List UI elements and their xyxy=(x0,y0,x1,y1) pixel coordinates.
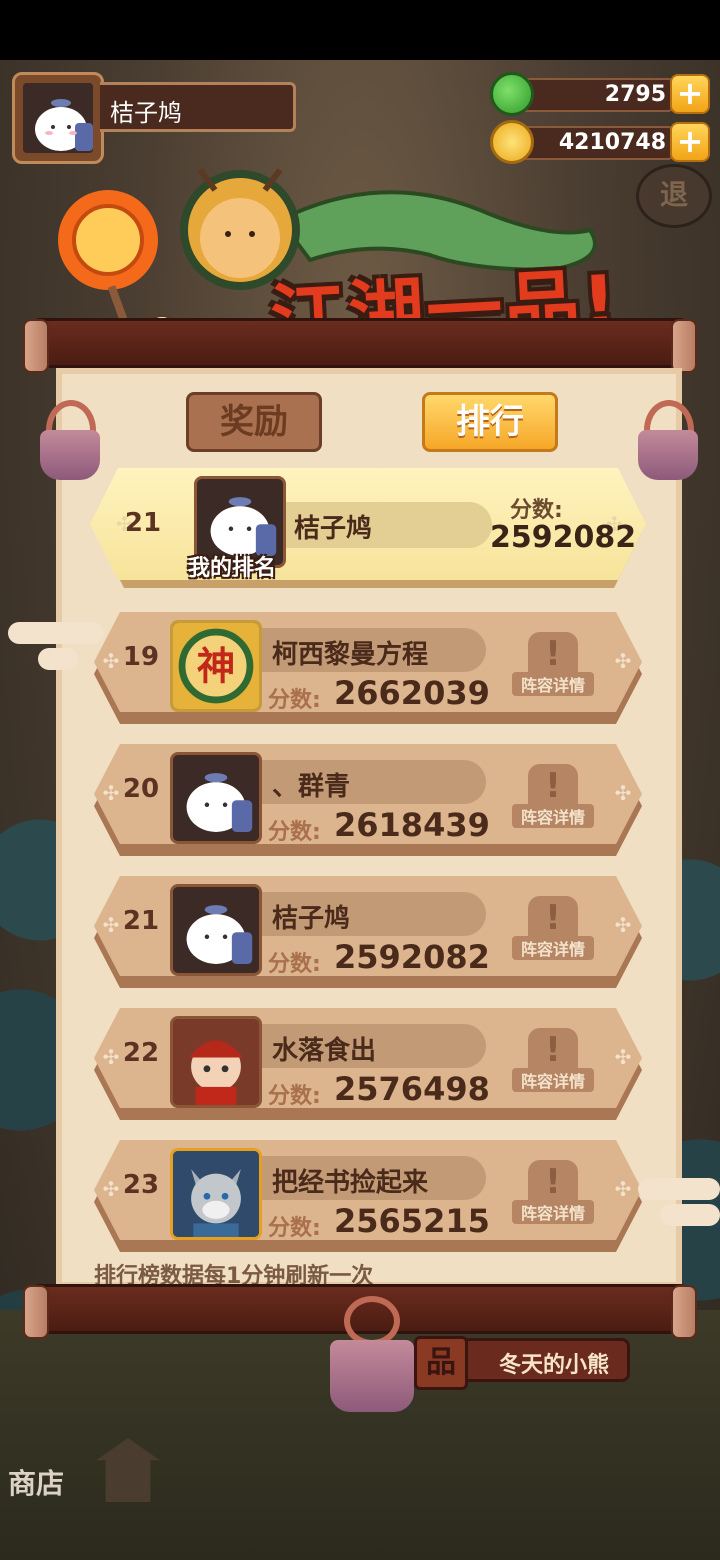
score-value: 2662039 xyxy=(334,674,490,712)
leaderboard-row: ✣✣22水落食出分数:2576498阵容详情 xyxy=(94,1008,642,1122)
player-name-box: 桔子鸠 xyxy=(100,82,296,132)
my-rank-caption: 我的排名 xyxy=(188,556,277,581)
player-name-box: 柯西黎曼方程 xyxy=(262,628,486,672)
player-name: 把经书捡起来 xyxy=(272,1168,429,1198)
lineup-detail-button[interactable]: 阵容详情 xyxy=(512,1028,594,1092)
flower-icon: ✣ xyxy=(614,649,632,673)
score-value: 2565215 xyxy=(334,1202,490,1240)
rank-number: 20 xyxy=(122,774,160,804)
player-name-box: 把经书捡起来 xyxy=(262,1156,486,1200)
player-name-box: 、群青 xyxy=(262,760,486,804)
leaderboard-row: ✣✣20、群青分数:2618439阵容详情 xyxy=(94,744,642,858)
leaderboard-row: ✣✣19神柯西黎曼方程分数:2662039阵容详情 xyxy=(94,612,642,726)
score-value: 2576498 xyxy=(334,1070,490,1108)
lineup-detail-label: 阵容详情 xyxy=(512,1068,594,1092)
lineup-detail-label: 阵容详情 xyxy=(512,804,594,828)
add-jade-button[interactable]: + xyxy=(670,74,710,114)
player-avatar[interactable] xyxy=(170,884,262,976)
flower-icon: ✣ xyxy=(614,913,632,937)
player-avatar[interactable] xyxy=(12,72,104,164)
scroll-top-rod xyxy=(23,318,697,373)
white-cat-icon xyxy=(23,83,93,153)
player-name: 桔子鸠 xyxy=(110,99,182,127)
my-rank-number: 21 xyxy=(124,508,162,538)
wolf-hero-icon xyxy=(173,1151,259,1237)
lineup-detail-button[interactable]: 阵容详情 xyxy=(512,764,594,828)
jade-count: 2795 xyxy=(604,82,666,107)
rank-number: 22 xyxy=(122,1038,160,1068)
jade-icon xyxy=(490,72,534,116)
rank-number: 19 xyxy=(122,642,160,672)
player-name: 柯西黎曼方程 xyxy=(272,640,429,670)
player-name: 水落食出 xyxy=(272,1036,377,1066)
knot-bottom-icon xyxy=(344,1296,400,1346)
score-label: 分数: xyxy=(268,820,321,845)
flower-icon: ✣ xyxy=(614,1177,632,1201)
score-label: 分数: xyxy=(268,1084,321,1109)
red-hero-icon xyxy=(173,1019,259,1105)
player-name: 桔子鸠 xyxy=(272,904,351,934)
flower-icon: ✣ xyxy=(614,781,632,805)
white-cat-icon xyxy=(173,755,259,841)
leaderboard-row: ✣✣23把经书捡起来分数:2565215阵容详情 xyxy=(94,1140,642,1254)
tab-rank[interactable]: 排行 xyxy=(422,392,558,452)
player-name-box: 桔子鸠 xyxy=(262,892,486,936)
player-name-box: 水落食出 xyxy=(262,1024,486,1068)
cloud-left xyxy=(8,622,104,644)
rank-number: 23 xyxy=(122,1170,160,1200)
jade-resource: 2795 + xyxy=(490,72,710,116)
rank-number: 21 xyxy=(122,906,160,936)
shop-button[interactable]: 商店 xyxy=(0,1438,170,1506)
my-name-box: 桔子鸠 xyxy=(286,502,492,548)
player-avatar[interactable] xyxy=(170,1016,262,1108)
my-rank-row: ✣ ✣ 21 我的排名 桔子鸠 分数: 2592082 xyxy=(90,468,646,588)
lineup-detail-button[interactable]: 阵容详情 xyxy=(512,1160,594,1224)
lineup-detail-label: 阵容详情 xyxy=(512,672,594,696)
lineup-detail-button[interactable]: 阵容详情 xyxy=(512,896,594,960)
score-label: 分数: xyxy=(268,1216,321,1241)
shen-badge-icon: 神 xyxy=(173,623,259,709)
bottom-rank-badge: 品 xyxy=(414,1336,468,1390)
my-score: 2592082 xyxy=(490,520,637,555)
score-label: 分数: xyxy=(268,952,321,977)
svg-text:神: 神 xyxy=(197,645,235,690)
coin-count: 4210748 xyxy=(558,130,666,155)
cloud-right xyxy=(638,1178,720,1200)
my-name: 桔子鸠 xyxy=(294,514,373,544)
flower-icon: ✣ xyxy=(614,1045,632,1069)
leaderboard-row: ✣✣21桔子鸠分数:2592082阵容详情 xyxy=(94,876,642,990)
score-value: 2618439 xyxy=(334,806,490,844)
player-avatar[interactable] xyxy=(170,1148,262,1240)
score-label: 分数: xyxy=(268,688,321,713)
coin-icon xyxy=(490,120,534,164)
lineup-detail-label: 阵容详情 xyxy=(512,1200,594,1224)
lineup-detail-label: 阵容详情 xyxy=(512,936,594,960)
coin-resource: 4210748 + xyxy=(490,120,710,164)
lineup-detail-button[interactable]: 阵容详情 xyxy=(512,632,594,696)
player-name: 、群青 xyxy=(272,772,351,802)
tab-reward[interactable]: 奖励 xyxy=(186,392,322,452)
player-avatar[interactable]: 神 xyxy=(170,620,262,712)
score-value: 2592082 xyxy=(334,938,490,976)
player-avatar[interactable] xyxy=(170,752,262,844)
add-coin-button[interactable]: + xyxy=(670,122,710,162)
white-cat-icon xyxy=(173,887,259,973)
shop-label: 商店 xyxy=(8,1467,65,1500)
